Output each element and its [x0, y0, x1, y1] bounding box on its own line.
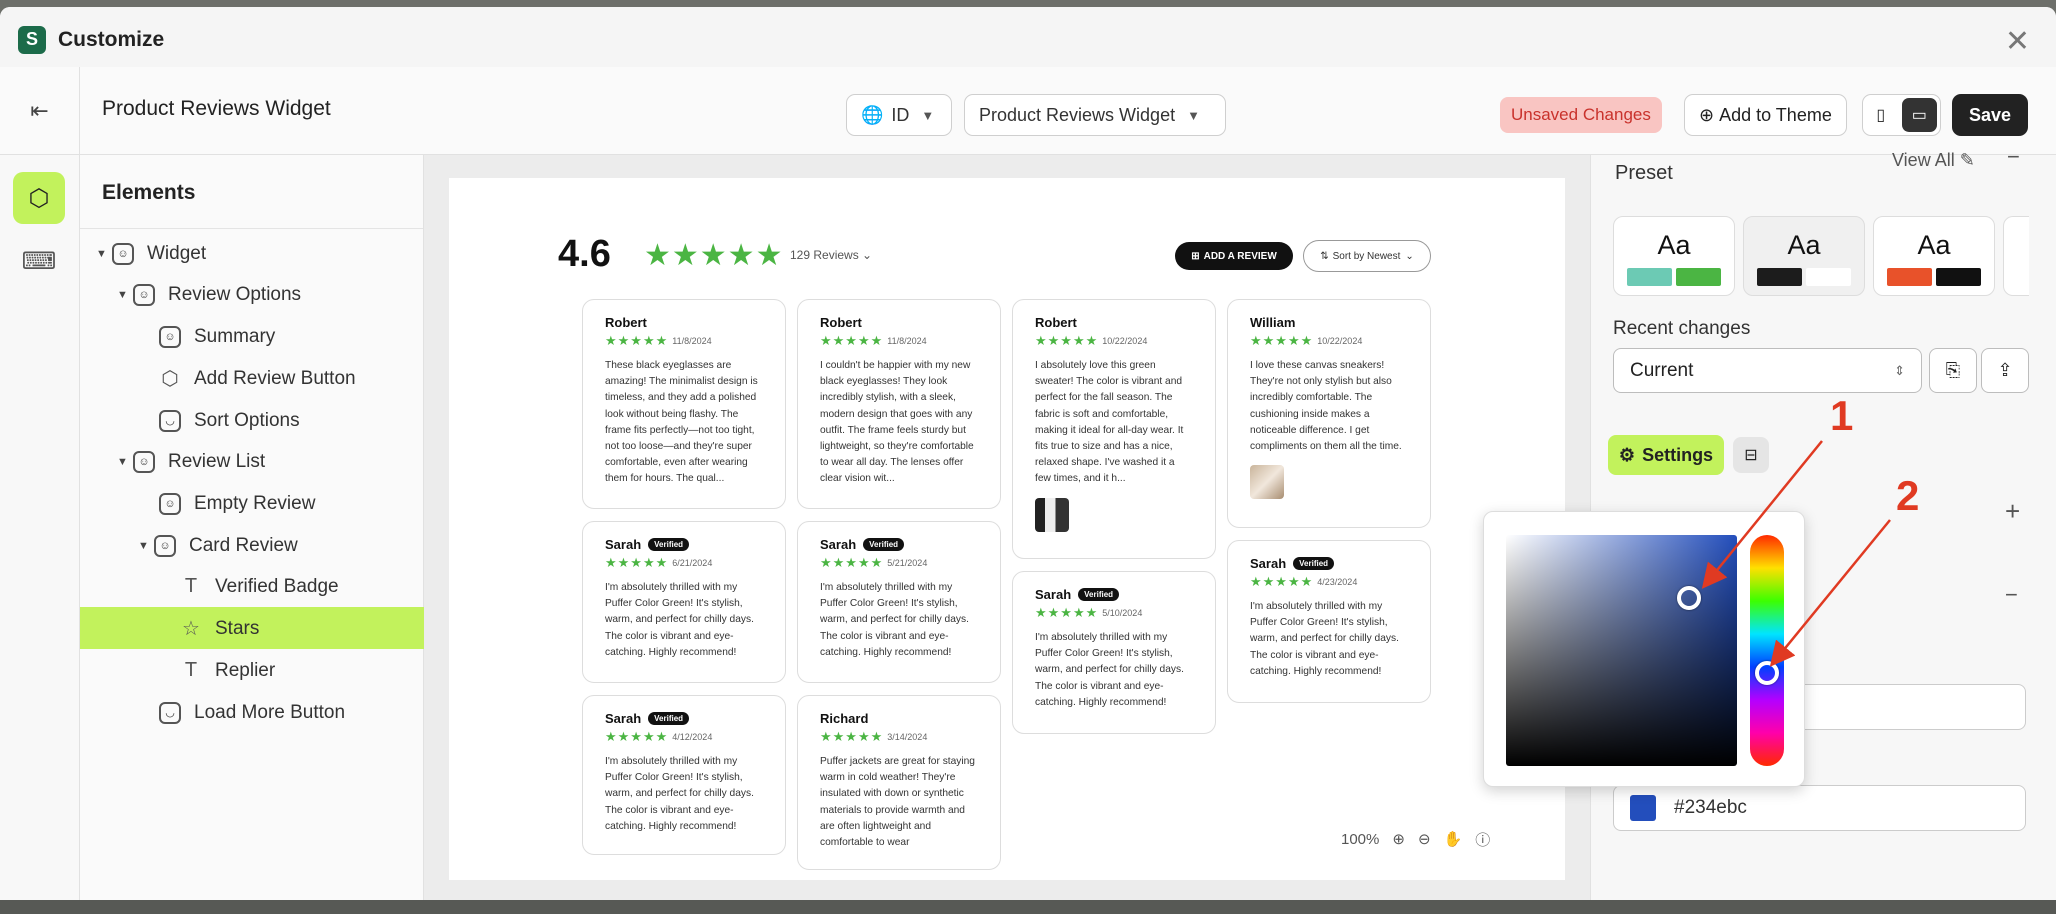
annotation-1: 1 — [1830, 392, 1854, 439]
annotation-2: 2 — [1896, 472, 1920, 519]
desktop-strip — [0, 900, 2056, 914]
arrow-2 — [1769, 519, 1891, 667]
arrow-1 — [1701, 440, 1823, 589]
annotation-arrows — [1701, 440, 1891, 667]
